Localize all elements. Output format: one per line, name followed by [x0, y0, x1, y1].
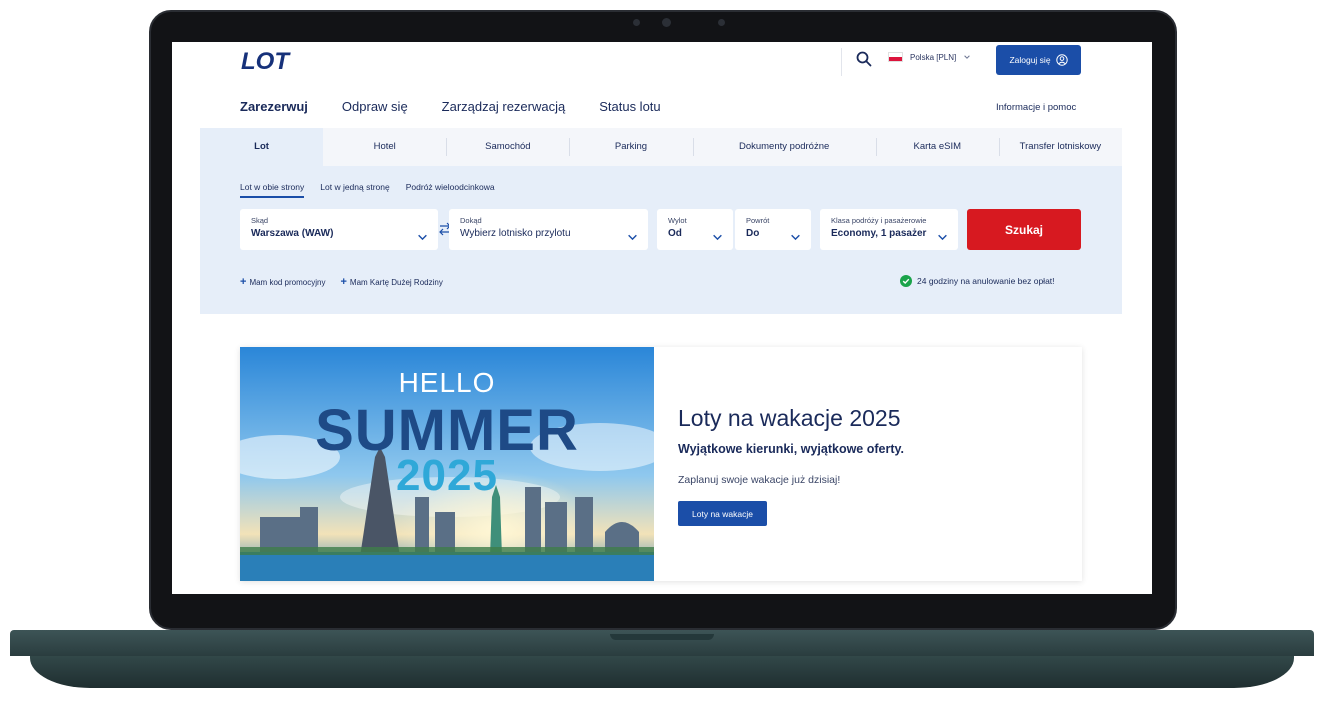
promo-code-link[interactable]: + Mam kod promocyjny — [240, 276, 325, 288]
plus-icon: + — [240, 276, 247, 288]
tab-parking[interactable]: Parking — [569, 128, 692, 166]
chevron-down-icon — [938, 234, 947, 241]
svg-text:LOT: LOT — [241, 48, 291, 72]
origin-value: Warszawa (WAW) — [251, 228, 334, 239]
laptop-notch — [610, 634, 714, 640]
departure-date-field[interactable]: Wylot Od — [657, 209, 733, 250]
promo-code-label: Mam kod promocyjny — [249, 277, 326, 287]
departure-value: Od — [668, 228, 682, 239]
login-button[interactable]: Zaloguj się — [996, 45, 1081, 75]
user-icon — [1055, 54, 1068, 66]
sensor-dot — [718, 19, 725, 26]
tab-esim[interactable]: Karta eSIM — [875, 128, 999, 166]
cancel-note-text: 24 godziny na anulowanie bez opłat! — [917, 276, 1055, 286]
country-selector[interactable]: Polska [PLN] — [888, 52, 971, 62]
chevron-down-icon — [713, 234, 722, 241]
webcam-icon — [662, 18, 671, 27]
search-icon[interactable] — [856, 51, 872, 67]
holiday-flights-button[interactable]: Loty na wakacje — [678, 501, 767, 526]
return-date-field[interactable]: Powrót Do — [735, 209, 811, 250]
tab-car[interactable]: Samochód — [446, 128, 569, 166]
laptop-base-bottom — [30, 656, 1294, 688]
header-divider — [841, 48, 842, 76]
origin-field[interactable]: Skąd Warszawa (WAW) — [240, 209, 438, 250]
tab-travel-documents[interactable]: Dokumenty podróżne — [692, 128, 876, 166]
check-circle-icon — [900, 275, 912, 287]
main-nav: Zarezerwuj Odpraw się Zarządzaj rezerwac… — [240, 99, 661, 114]
promo-title: Loty na wakacje 2025 — [678, 405, 901, 431]
image-text-year: 2025 — [396, 451, 498, 500]
nav-item-book[interactable]: Zarezerwuj — [240, 99, 308, 114]
tab-hotel[interactable]: Hotel — [323, 128, 446, 166]
chevron-down-icon — [418, 234, 427, 241]
promo-subtitle: Wyjątkowe kierunki, wyjątkowe oferty. — [678, 442, 905, 456]
family-card-link[interactable]: + Mam Kartę Dużej Rodziny — [340, 276, 442, 288]
trip-type-selector: Lot w obie strony Lot w jedną stronę Pod… — [240, 182, 495, 198]
return-label: Powrót — [746, 216, 770, 225]
passengers-field[interactable]: Klasa podróży i pasażerowie Economy, 1 p… — [820, 209, 958, 250]
passengers-label: Klasa podróży i pasażerowie — [831, 216, 927, 225]
destination-label: Dokąd — [460, 216, 482, 225]
trip-type-round[interactable]: Lot w obie strony — [240, 182, 305, 198]
trip-type-oneway[interactable]: Lot w jedną stronę — [320, 182, 389, 198]
trip-type-multicity[interactable]: Podróż wieloodcinkowa — [406, 182, 495, 198]
chevron-down-icon — [628, 234, 637, 241]
country-label: Polska [PLN] — [910, 52, 957, 62]
image-text-hello: HELLO — [398, 367, 496, 398]
booking-extras: + Mam kod promocyjny + Mam Kartę Dużej Rod… — [240, 276, 443, 288]
chevron-down-icon — [964, 55, 971, 59]
tab-airport-transfer[interactable]: Transfer lotniskowy — [998, 128, 1122, 166]
search-button[interactable]: Szukaj — [967, 209, 1081, 250]
nav-item-manage[interactable]: Zarządzaj rezerwacją — [442, 99, 566, 114]
lot-logo[interactable]: LOT — [240, 48, 302, 72]
booking-tabs: Lot Hotel Samochód Parking Dokumenty pod… — [200, 128, 1122, 166]
poland-flag-icon — [888, 52, 903, 62]
origin-label: Skąd — [251, 216, 269, 225]
summer-promo-image[interactable]: HELLO SUMMER 2025 — [240, 347, 654, 581]
website-screen: LOT Polska [PLN] Zaloguj się Zarezerwuj … — [172, 42, 1152, 594]
sensor-dot — [633, 19, 640, 26]
family-card-label: Mam Kartę Dużej Rodziny — [349, 277, 443, 287]
departure-label: Wylot — [668, 216, 687, 225]
nav-item-checkin[interactable]: Odpraw się — [342, 99, 408, 114]
nav-item-flight-status[interactable]: Status lotu — [599, 99, 660, 114]
destination-field[interactable]: Dokąd Wybierz lotnisko przylotu — [449, 209, 648, 250]
promo-card: HELLO SUMMER 2025 Loty na wakacje 2025 W… — [240, 347, 1082, 581]
free-cancellation-note: 24 godziny na anulowanie bez opłat! — [900, 275, 1055, 287]
plus-icon: + — [340, 276, 347, 288]
booking-panel: Lot w obie strony Lot w jedną stronę Pod… — [200, 166, 1122, 314]
login-label: Zaloguj się — [1009, 55, 1051, 65]
destination-value: Wybierz lotnisko przylotu — [460, 228, 571, 239]
return-value: Do — [746, 228, 760, 239]
promo-text: Zaplanuj swoje wakacje już dzisiaj! — [678, 474, 841, 486]
chevron-down-icon — [791, 234, 800, 241]
tab-flight[interactable]: Lot — [200, 128, 324, 166]
help-link[interactable]: Informacje i pomoc — [996, 102, 1076, 113]
